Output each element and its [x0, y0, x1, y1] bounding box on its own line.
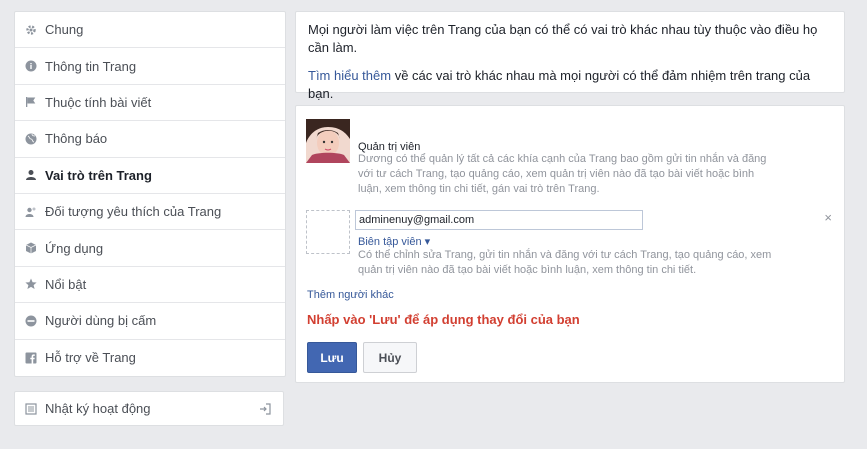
- sidebar-item-label: Đối tượng yêu thích của Trang: [45, 204, 222, 220]
- sidebar-item-label: Thuộc tính bài viết: [45, 94, 152, 110]
- list-icon: [25, 402, 37, 415]
- sidebar-item-label: Nổi bật: [45, 276, 87, 292]
- sidebar-item-label: Thông báo: [45, 131, 108, 147]
- star-icon: [25, 278, 37, 290]
- roles-info-text: Mọi người làm việc trên Trang của bạn có…: [308, 22, 818, 55]
- sidebar-item[interactable]: Chung: [15, 12, 285, 49]
- email-input[interactable]: [355, 210, 643, 230]
- add-another-link[interactable]: Thêm người khác: [307, 289, 394, 301]
- new-user-avatar-placeholder: [306, 210, 350, 254]
- save-button[interactable]: Lưu: [307, 342, 357, 373]
- activity-log-label: Nhật ký hoạt động: [45, 401, 151, 416]
- sidebar-item[interactable]: Người dùng bị cấm: [15, 303, 285, 340]
- admin-role-description: Dương có thể quản lý tất cả các khía cạn…: [358, 153, 767, 195]
- cube-icon: [25, 242, 37, 254]
- sidebar-item[interactable]: Đối tượng yêu thích của Trang: [15, 194, 285, 231]
- sidebar-item-label: Chung: [45, 22, 84, 38]
- sidebar-item-label: Thông tin Trang: [45, 58, 137, 74]
- roles-learn-more-line: Tìm hiểu thêm về các vai trò khác nhau m…: [308, 67, 832, 103]
- sidebar-item-label: Hỗ trợ về Trang: [45, 350, 136, 366]
- learn-more-link[interactable]: Tìm hiểu thêm: [308, 68, 391, 83]
- ban-icon: [25, 315, 37, 327]
- sidebar-item[interactable]: Vai trò trên Trang: [15, 158, 285, 194]
- sidebar-item-label: Ứng dụng: [45, 240, 104, 256]
- info-icon: [25, 60, 37, 72]
- sidebar-item-label: Vai trò trên Trang: [45, 167, 152, 183]
- people-icon: [25, 206, 37, 218]
- save-warning: Nhấp vào 'Lưu' để áp dụng thay đổi của b…: [307, 312, 580, 327]
- gear-icon: [25, 24, 37, 36]
- admin-avatar: [306, 119, 350, 163]
- sidebar-item[interactable]: Hỗ trợ về Trang: [15, 340, 285, 376]
- globe-icon: [25, 133, 37, 145]
- person-icon: [25, 169, 37, 181]
- flag-icon: [25, 96, 37, 108]
- sidebar-item[interactable]: Ứng dụng: [15, 230, 285, 267]
- exit-icon: [259, 403, 271, 418]
- sidebar-item[interactable]: Thông tin Trang: [15, 48, 285, 85]
- page-roles-panel: Quản trị viên Dương có thể quản lý tất c…: [295, 105, 845, 383]
- sidebar-item[interactable]: Nổi bật: [15, 267, 285, 304]
- activity-log-link[interactable]: Nhật ký hoạt động: [14, 391, 284, 426]
- sidebar-item[interactable]: Thông báo: [15, 121, 285, 158]
- cancel-button[interactable]: Hủy: [363, 342, 417, 373]
- sidebar-item[interactable]: Thuộc tính bài viết: [15, 85, 285, 122]
- roles-info-panel: Mọi người làm việc trên Trang của bạn có…: [295, 11, 845, 101]
- settings-sidebar: Chung Thông tin Trang Thuộc tính bài viết T…: [14, 11, 286, 377]
- sidebar-item-label: Người dùng bị cấm: [45, 313, 157, 329]
- facebook-icon: [25, 352, 37, 364]
- editor-role-description: Có thể chỉnh sửa Trang, gửi tin nhắn và …: [358, 249, 772, 276]
- role-dropdown[interactable]: Biên tập viên ▾: [358, 235, 430, 248]
- remove-icon[interactable]: ×: [824, 210, 832, 225]
